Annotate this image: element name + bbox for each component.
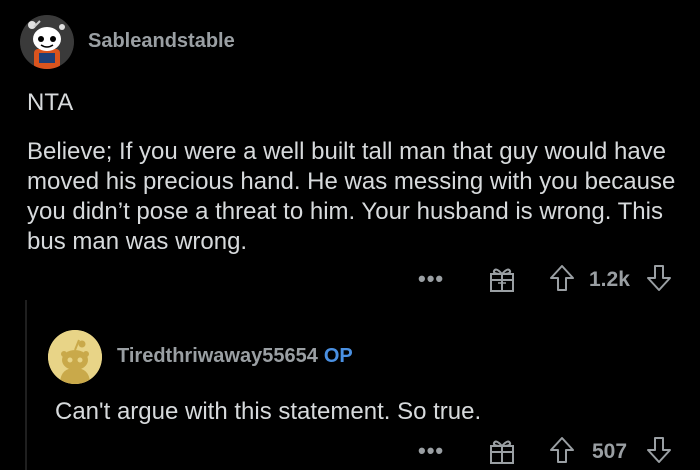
comment-verdict: NTA xyxy=(27,89,74,116)
reply-score: 507 xyxy=(592,440,628,463)
more-options-icon[interactable]: ••• xyxy=(418,438,444,464)
reply-username[interactable]: Tiredthriwaway55654 OP xyxy=(117,345,353,368)
snoo-avatar-icon xyxy=(20,15,74,69)
reply-username-text[interactable]: Tiredthriwaway55654 xyxy=(117,345,318,367)
thread-line[interactable] xyxy=(25,300,27,470)
downvote-arrow-icon[interactable] xyxy=(645,435,673,465)
more-options-icon[interactable]: ••• xyxy=(418,266,444,292)
comment-username[interactable]: Sableandstable xyxy=(88,30,235,53)
comment-score: 1.2k xyxy=(589,268,630,291)
reply-avatar[interactable] xyxy=(48,330,102,384)
op-badge: OP xyxy=(323,345,353,367)
award-gift-icon[interactable] xyxy=(488,265,516,293)
award-gift-icon[interactable] xyxy=(488,437,516,465)
downvote-arrow-icon[interactable] xyxy=(645,263,673,293)
upvote-arrow-icon[interactable] xyxy=(548,435,576,465)
snoo-avatar-icon xyxy=(48,330,102,384)
comment-body: Believe; If you were a well built tall m… xyxy=(27,138,676,255)
upvote-arrow-icon[interactable] xyxy=(548,263,576,293)
user-avatar[interactable] xyxy=(20,15,74,69)
reply-body: Can't argue with this statement. So true… xyxy=(55,398,482,425)
